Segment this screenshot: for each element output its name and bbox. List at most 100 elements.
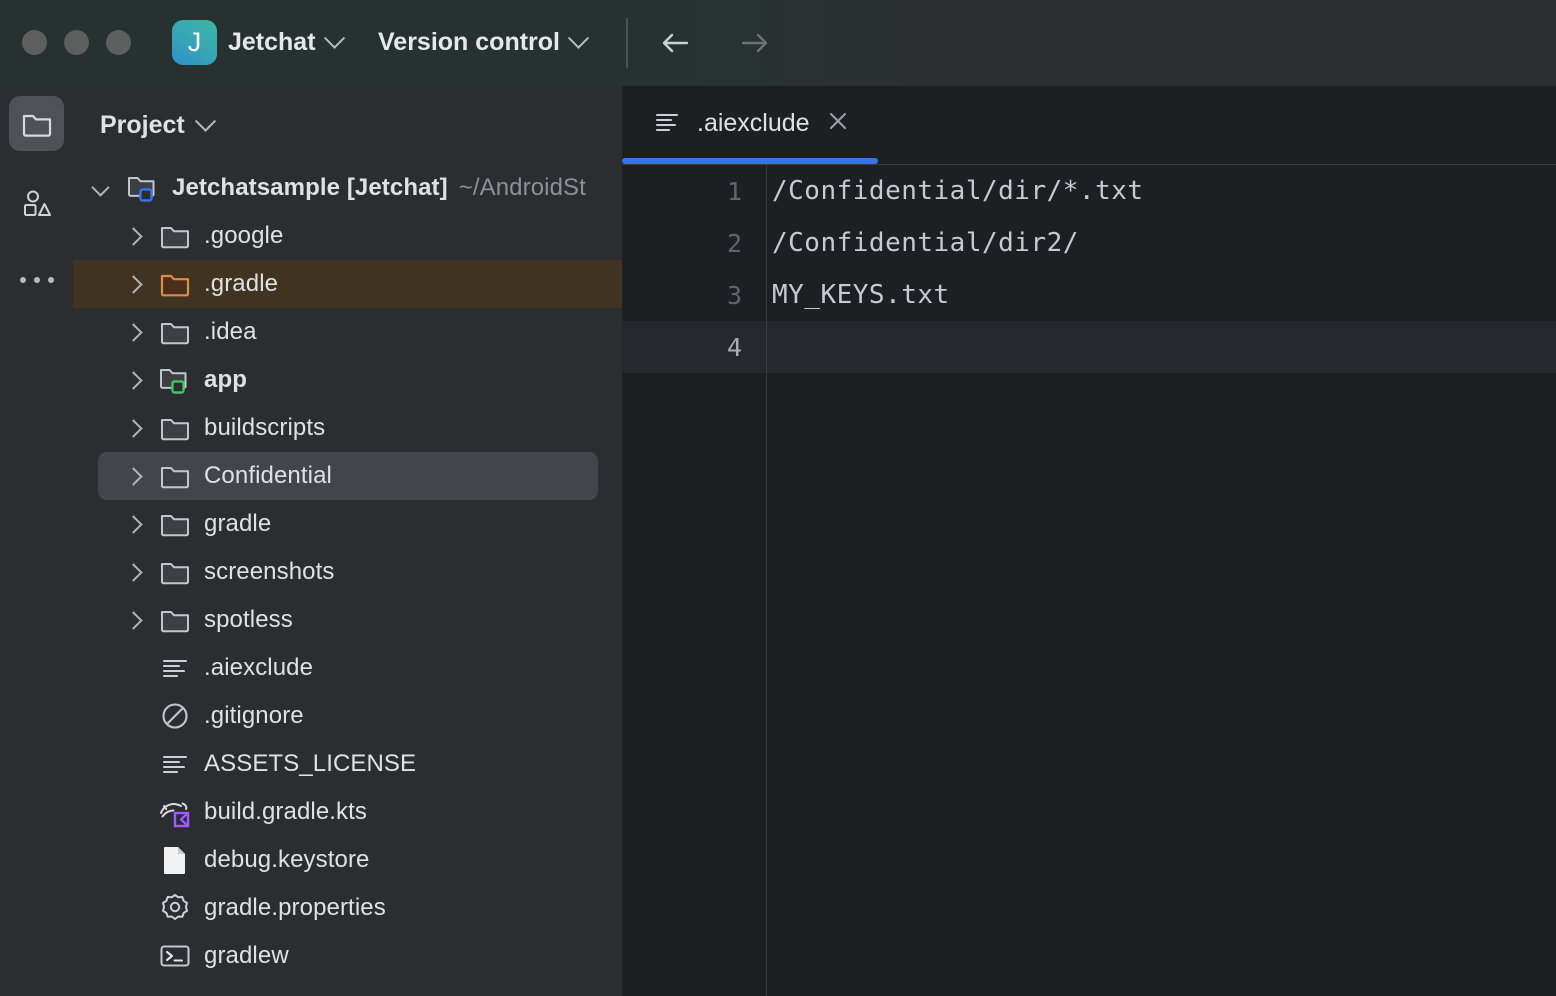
tree-row-buildscripts[interactable]: buildscripts <box>73 404 622 452</box>
tree-row--aiexclude[interactable]: .aiexclude <box>73 644 622 692</box>
chevron-right-icon[interactable] <box>123 322 143 342</box>
ide-window: J Jetchat Version control <box>0 0 1556 996</box>
project-selector[interactable]: Jetchat <box>228 28 342 57</box>
tree-row-label: spotless <box>204 606 293 634</box>
maximize-window-button[interactable] <box>106 30 131 55</box>
tree-row--gradle[interactable]: .gradle <box>73 260 622 308</box>
arrow-right-icon <box>735 23 775 63</box>
tree-row--idea[interactable]: .idea <box>73 308 622 356</box>
tree-row-app[interactable]: app <box>73 356 622 404</box>
app-icon-letter: J <box>188 29 202 56</box>
folder-icon <box>20 107 54 141</box>
folder-excluded-icon <box>158 267 192 301</box>
chevron-right-icon[interactable] <box>123 274 143 294</box>
tree-row-label: gradlew <box>204 942 289 970</box>
project-panel-header[interactable]: Project <box>73 86 622 164</box>
code-line[interactable]: 3MY_KEYS.txt <box>622 269 1556 321</box>
line-text: /Confidential/dir/*.txt <box>772 165 1144 217</box>
tree-row-gradlew[interactable]: gradlew <box>73 932 622 980</box>
version-control-label: Version control <box>378 28 560 57</box>
tree-row-screenshots[interactable]: screenshots <box>73 548 622 596</box>
tree-row-label: .gradle <box>204 270 278 298</box>
folder-icon <box>158 603 192 637</box>
tree-row-label: buildscripts <box>204 414 325 442</box>
more-tool-windows-button[interactable] <box>9 252 64 307</box>
chevron-right-icon[interactable] <box>123 370 143 390</box>
jetchat-app-icon: J <box>172 20 217 65</box>
folder-root-icon <box>126 171 160 205</box>
project-tool-window-button[interactable] <box>9 96 64 151</box>
shapes-tool-window-button[interactable] <box>9 175 64 230</box>
folder-icon <box>158 315 192 349</box>
code-line[interactable]: 4 <box>622 321 1556 373</box>
folder-icon <box>158 459 192 493</box>
shell-script-icon <box>158 939 192 973</box>
folder-icon <box>158 507 192 541</box>
code-line[interactable]: 1/Confidential/dir/*.txt <box>622 165 1556 217</box>
chevron-right-icon[interactable] <box>123 466 143 486</box>
chevron-down-icon[interactable] <box>91 178 111 198</box>
close-icon[interactable] <box>825 108 851 139</box>
tree-row-label: Jetchatsample [Jetchat] <box>172 174 448 202</box>
shapes-icon <box>21 187 53 219</box>
gitignore-icon <box>158 699 192 733</box>
tree-row-gradle-properties[interactable]: gradle.properties <box>73 884 622 932</box>
version-control-selector[interactable]: Version control <box>378 28 586 57</box>
chevron-right-icon[interactable] <box>123 562 143 582</box>
properties-file-icon <box>158 891 192 925</box>
navigate-forward-button[interactable] <box>728 16 782 70</box>
panel-title: Project <box>100 111 185 140</box>
arrow-left-icon <box>655 23 695 63</box>
folder-module-icon <box>158 363 192 397</box>
text-file-icon <box>158 747 192 781</box>
code-line[interactable]: 2/Confidential/dir2/ <box>622 217 1556 269</box>
activity-bar <box>0 86 73 996</box>
project-tree[interactable]: Jetchatsample [Jetchat] ~/AndroidSt .googl… <box>73 164 622 980</box>
tree-row-label: gradle <box>204 510 271 538</box>
tree-spacer <box>123 706 143 726</box>
tree-row--gitignore[interactable]: .gitignore <box>73 692 622 740</box>
tree-row-jetchatsample-jetchat-[interactable]: Jetchatsample [Jetchat] ~/AndroidSt <box>73 164 622 212</box>
chevron-right-icon[interactable] <box>123 610 143 630</box>
chevron-right-icon[interactable] <box>123 226 143 246</box>
navigate-back-button[interactable] <box>648 16 702 70</box>
code-editor[interactable]: 1/Confidential/dir/*.txt2/Confidential/d… <box>622 165 1556 996</box>
tree-row-label: Confidential <box>204 462 332 490</box>
minimize-window-button[interactable] <box>64 30 89 55</box>
tree-spacer <box>123 754 143 774</box>
tree-row-build-gradle-kts[interactable]: build.gradle.kts <box>73 788 622 836</box>
toolbar-separator <box>626 18 628 68</box>
line-text: /Confidential/dir2/ <box>772 217 1079 269</box>
folder-icon <box>158 459 192 493</box>
shell-script-icon <box>158 939 192 973</box>
tree-row-spotless[interactable]: spotless <box>73 596 622 644</box>
chevron-down-icon[interactable] <box>195 110 216 131</box>
folder-excluded-icon <box>158 267 192 301</box>
tree-row-label: gradle.properties <box>204 894 386 922</box>
text-file-icon <box>158 651 192 685</box>
chevron-down-icon <box>568 28 589 49</box>
tree-row-label: .idea <box>204 318 257 346</box>
close-window-button[interactable] <box>22 30 47 55</box>
gutter-divider <box>766 165 767 996</box>
tree-row-confidential[interactable]: Confidential <box>73 452 622 500</box>
window-controls[interactable] <box>22 30 131 55</box>
tree-row--google[interactable]: .google <box>73 212 622 260</box>
line-number: 1 <box>622 165 742 217</box>
properties-file-icon <box>158 891 192 925</box>
tree-spacer <box>123 850 143 870</box>
tree-row-path-suffix: ~/AndroidSt <box>459 174 586 202</box>
tree-row-debug-keystore[interactable]: debug.keystore <box>73 836 622 884</box>
gradle-kotlin-icon <box>158 795 192 829</box>
tree-spacer <box>123 658 143 678</box>
tree-row-assets-license[interactable]: ASSETS_LICENSE <box>73 740 622 788</box>
editor-tab-aiexclude[interactable]: .aiexclude <box>622 86 877 161</box>
chevron-right-icon[interactable] <box>123 514 143 534</box>
folder-icon <box>158 411 192 445</box>
editor-tab-bar: .aiexclude <box>622 86 1556 165</box>
tree-row-label: ASSETS_LICENSE <box>204 750 416 778</box>
editor-area: .aiexclude 1/Confidential/dir/*.txt2/Con… <box>622 86 1556 996</box>
text-file-icon <box>158 747 192 781</box>
tree-row-gradle[interactable]: gradle <box>73 500 622 548</box>
chevron-right-icon[interactable] <box>123 418 143 438</box>
